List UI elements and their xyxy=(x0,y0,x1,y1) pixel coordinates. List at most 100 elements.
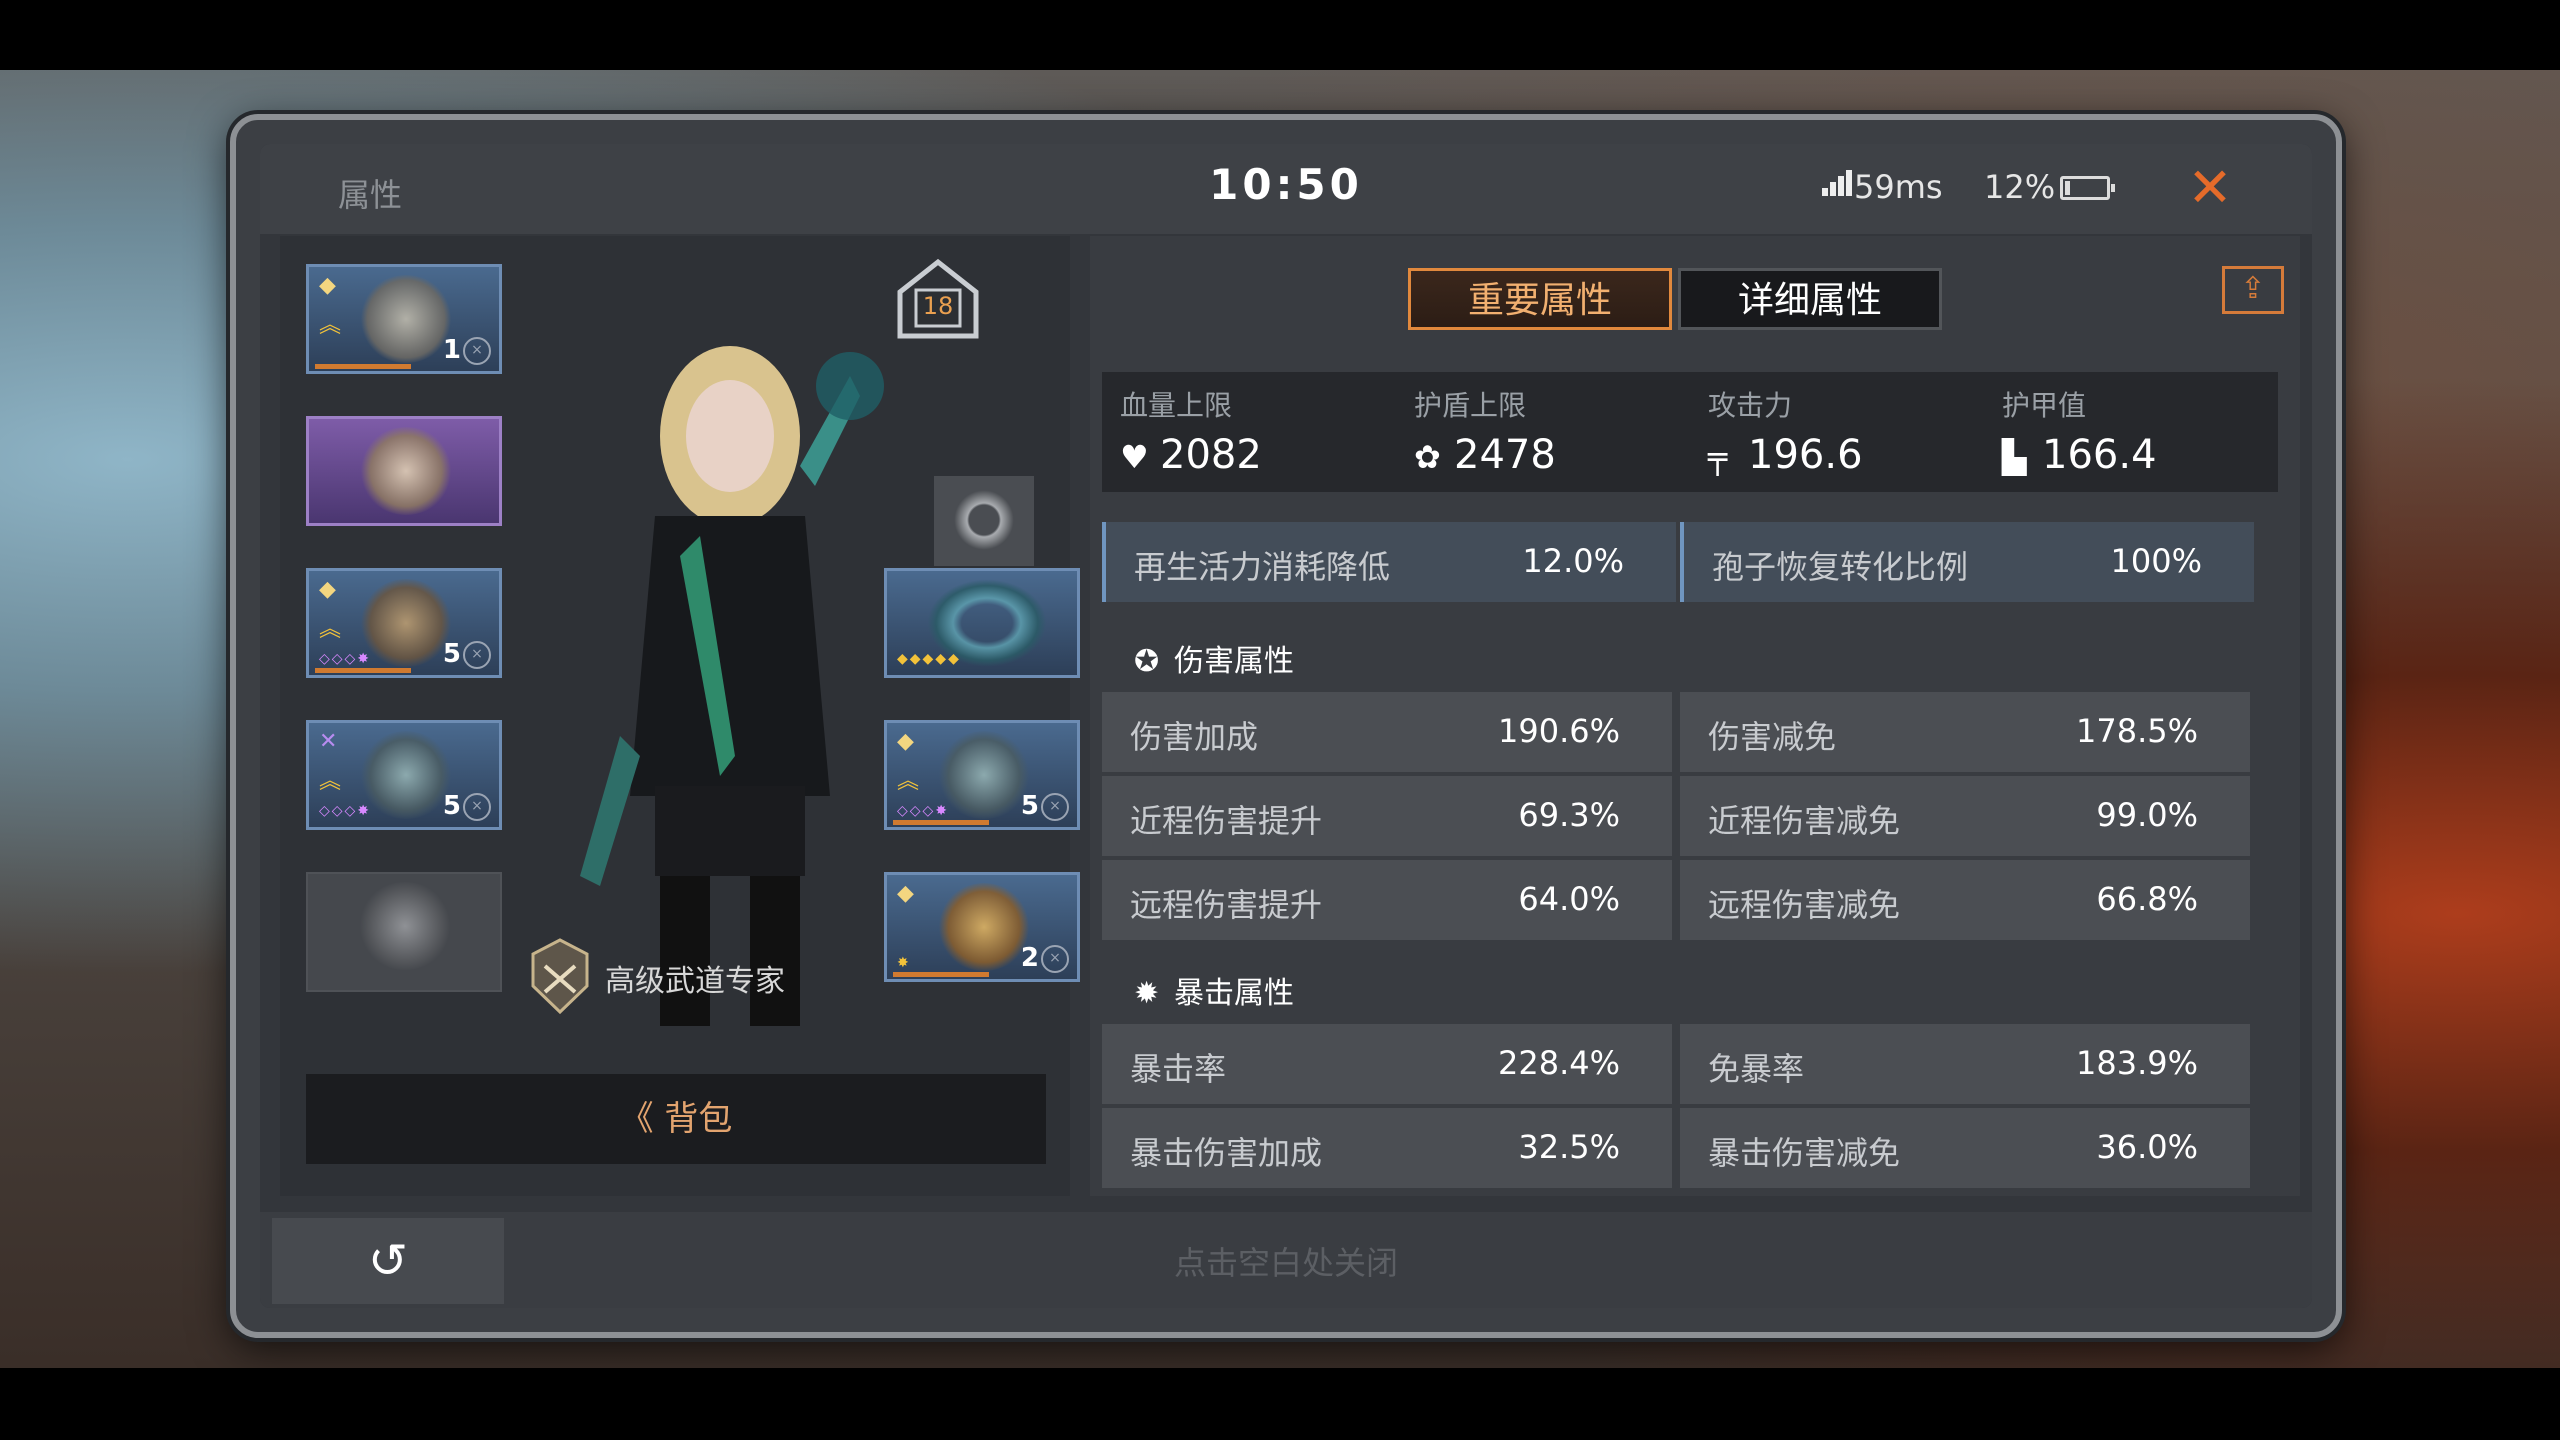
stat-value: 99.0% xyxy=(2096,796,2198,834)
stat-row: 远程伤害提升 64.0% xyxy=(1102,860,1672,940)
stat-row: 伤害减免 178.5% xyxy=(1680,692,2250,772)
bottom-bar: ↺ 点击空白处关闭 xyxy=(260,1212,2312,1308)
stat-value: 69.3% xyxy=(1518,796,1620,834)
equipment-panel: ◆ ︽ 1 × ◆ ︽ ◇◇◇✸ 5 × ✕ ︽ ◇◇◇✸ 5 × 18 ◆◆◆… xyxy=(280,236,1080,1196)
bunny-backpack-icon xyxy=(359,427,453,515)
level-badge: 18 xyxy=(890,256,986,342)
slot-progress xyxy=(893,820,989,825)
equip-slot-ring[interactable]: ◆◆◆◆◆ xyxy=(884,568,1080,678)
stat-row: 暴击伤害减免 36.0% xyxy=(1680,1108,2250,1188)
slot-progress xyxy=(315,364,411,369)
axe-weapon-icon xyxy=(359,731,453,819)
stat-value: 36.0% xyxy=(2096,1128,2198,1166)
stat-label: 暴击率 xyxy=(1130,1050,1227,1088)
stat-row: 孢子恢复转化比例 100% xyxy=(1680,522,2254,602)
cross-weapon-icon: ✕ xyxy=(319,729,338,754)
title-badge[interactable]: 高级武道专家 xyxy=(525,936,805,1016)
ping-text: 59ms xyxy=(1854,168,1943,206)
stat-row: 免暴率 183.9% xyxy=(1680,1024,2250,1104)
stat-shield-label: 护盾上限 xyxy=(1414,389,1527,422)
stat-label: 暴击伤害加成 xyxy=(1130,1134,1323,1172)
stat-armor: 护甲值 ▙ 166.4 xyxy=(2002,384,2282,478)
armor-icon: ▙ xyxy=(2002,438,2027,476)
top-bar: 属性 10:50 59ms 12% ✕ xyxy=(260,144,2312,234)
stat-shield-value: 2478 xyxy=(1454,432,1556,478)
close-icon[interactable]: ✕ xyxy=(2180,158,2240,218)
gem-stars: ◇◇◇✸ xyxy=(897,803,950,819)
stat-row: 伤害加成 190.6% xyxy=(1102,692,1672,772)
stat-hp: 血量上限 ♥ 2082 xyxy=(1120,384,1400,478)
stat-attack-value: 196.6 xyxy=(1748,432,1863,478)
gem-star-icon: ✸ xyxy=(897,955,911,971)
diamond-icon: ◆ xyxy=(319,577,336,602)
attribute-window: 属性 10:50 59ms 12% ✕ ◆ ︽ 1 × ◆ ︽ ◇◇◇✸ 5 ×… xyxy=(230,114,2342,1338)
rank-chevron-icon: ︽ xyxy=(897,769,920,794)
companion-icon xyxy=(359,275,453,363)
stat-value: 190.6% xyxy=(1497,712,1620,750)
lock-icon: × xyxy=(463,337,491,365)
stat-attack: 攻击力 ╤ 196.6 xyxy=(1708,384,1988,478)
battery-icon xyxy=(2060,176,2115,200)
damage-icon: ✪ xyxy=(1134,644,1160,679)
stat-label: 再生活力消耗降低 xyxy=(1134,548,1391,586)
heart-icon: ♥ xyxy=(1120,438,1149,476)
stat-row: 暴击率 228.4% xyxy=(1102,1024,1672,1104)
tab-detailed-attributes[interactable]: 详细属性 xyxy=(1678,268,1942,330)
medal-icon xyxy=(531,938,589,1015)
tab-important-attributes[interactable]: 重要属性 xyxy=(1408,268,1672,330)
stat-label: 近程伤害提升 xyxy=(1130,802,1323,840)
window-screen: 属性 10:50 59ms 12% ✕ ◆ ︽ 1 × ◆ ︽ ◇◇◇✸ 5 ×… xyxy=(260,144,2312,1308)
stat-label: 近程伤害减免 xyxy=(1708,802,1901,840)
crit-section-title: 暴击属性 xyxy=(1174,976,1294,1011)
diamond-icon: ◆ xyxy=(897,881,914,906)
equip-slot-accessory[interactable]: ◆ ✸ 2 × xyxy=(884,872,1080,982)
stat-label: 远程伤害提升 xyxy=(1130,886,1323,924)
stat-label: 暴击伤害减免 xyxy=(1708,1134,1901,1172)
equip-slot-ring-small[interactable] xyxy=(934,476,1034,566)
crit-icon: ✹ xyxy=(1134,976,1160,1011)
equip-slot-weapon-2[interactable]: ◆ ︽ ◇◇◇✸ 5 × xyxy=(884,720,1080,830)
battery-fill xyxy=(2065,181,2070,195)
equip-slot-backpack[interactable] xyxy=(306,416,502,526)
equip-slot-tag[interactable] xyxy=(306,872,502,992)
slot-progress xyxy=(893,972,989,977)
slot-level: 2 xyxy=(1020,943,1039,973)
stat-row: 再生活力消耗降低 12.0% xyxy=(1102,522,1676,602)
lock-icon: × xyxy=(1041,793,1069,821)
character-model[interactable] xyxy=(560,316,900,1036)
level-number: 18 xyxy=(922,292,954,320)
slot-level: 5 xyxy=(442,791,461,821)
equip-slot-1[interactable]: ◆ ︽ 1 × xyxy=(306,264,502,374)
stat-value: 66.8% xyxy=(2096,880,2198,918)
damage-section-header: ✪ 伤害属性 xyxy=(1134,636,1294,680)
shield-icon: ✿ xyxy=(1414,438,1441,476)
stat-label: 孢子恢复转化比例 xyxy=(1712,548,1969,586)
equip-slot-armor[interactable]: ◆ ︽ ◇◇◇✸ 5 × xyxy=(306,568,502,678)
stat-label: 远程伤害减免 xyxy=(1708,886,1901,924)
close-hint: 点击空白处关闭 xyxy=(1173,1244,1398,1282)
signal-icon xyxy=(1820,168,1854,200)
gem-stars: ◇◇◇✸ xyxy=(319,651,372,667)
stat-label: 免暴率 xyxy=(1708,1050,1805,1088)
stat-row: 近程伤害提升 69.3% xyxy=(1102,776,1672,856)
diamond-icon: ◆ xyxy=(897,729,914,754)
dog-tag-icon xyxy=(358,882,452,970)
damage-section-title: 伤害属性 xyxy=(1174,644,1294,679)
gun-icon: ╤ xyxy=(1708,438,1728,476)
core-stats-bar: 血量上限 ♥ 2082 护盾上限 ✿ 2478 攻击力 ╤ 196.6 护甲值 ▙ 16… xyxy=(1102,372,2278,492)
stat-value: 32.5% xyxy=(1518,1128,1620,1166)
stat-armor-label: 护甲值 xyxy=(2002,389,2087,422)
golden-accessory-icon xyxy=(937,883,1031,971)
armor-icon xyxy=(359,579,453,667)
lock-icon: × xyxy=(1041,945,1069,973)
crit-section-header: ✹ 暴击属性 xyxy=(1134,968,1294,1012)
slot-level: 1 xyxy=(442,335,461,365)
equip-slot-weapon-1[interactable]: ✕ ︽ ◇◇◇✸ 5 × xyxy=(306,720,502,830)
stat-label: 伤害加成 xyxy=(1130,718,1259,756)
share-icon[interactable]: ⇪ xyxy=(2222,266,2284,314)
stat-value: 183.9% xyxy=(2075,1044,2198,1082)
stat-row: 暴击伤害加成 32.5% xyxy=(1102,1108,1672,1188)
diamond-icon: ◆ xyxy=(319,273,336,298)
backpack-button[interactable]: 《 背包 xyxy=(306,1074,1046,1164)
rank-chevron-icon: ︽ xyxy=(319,617,342,642)
